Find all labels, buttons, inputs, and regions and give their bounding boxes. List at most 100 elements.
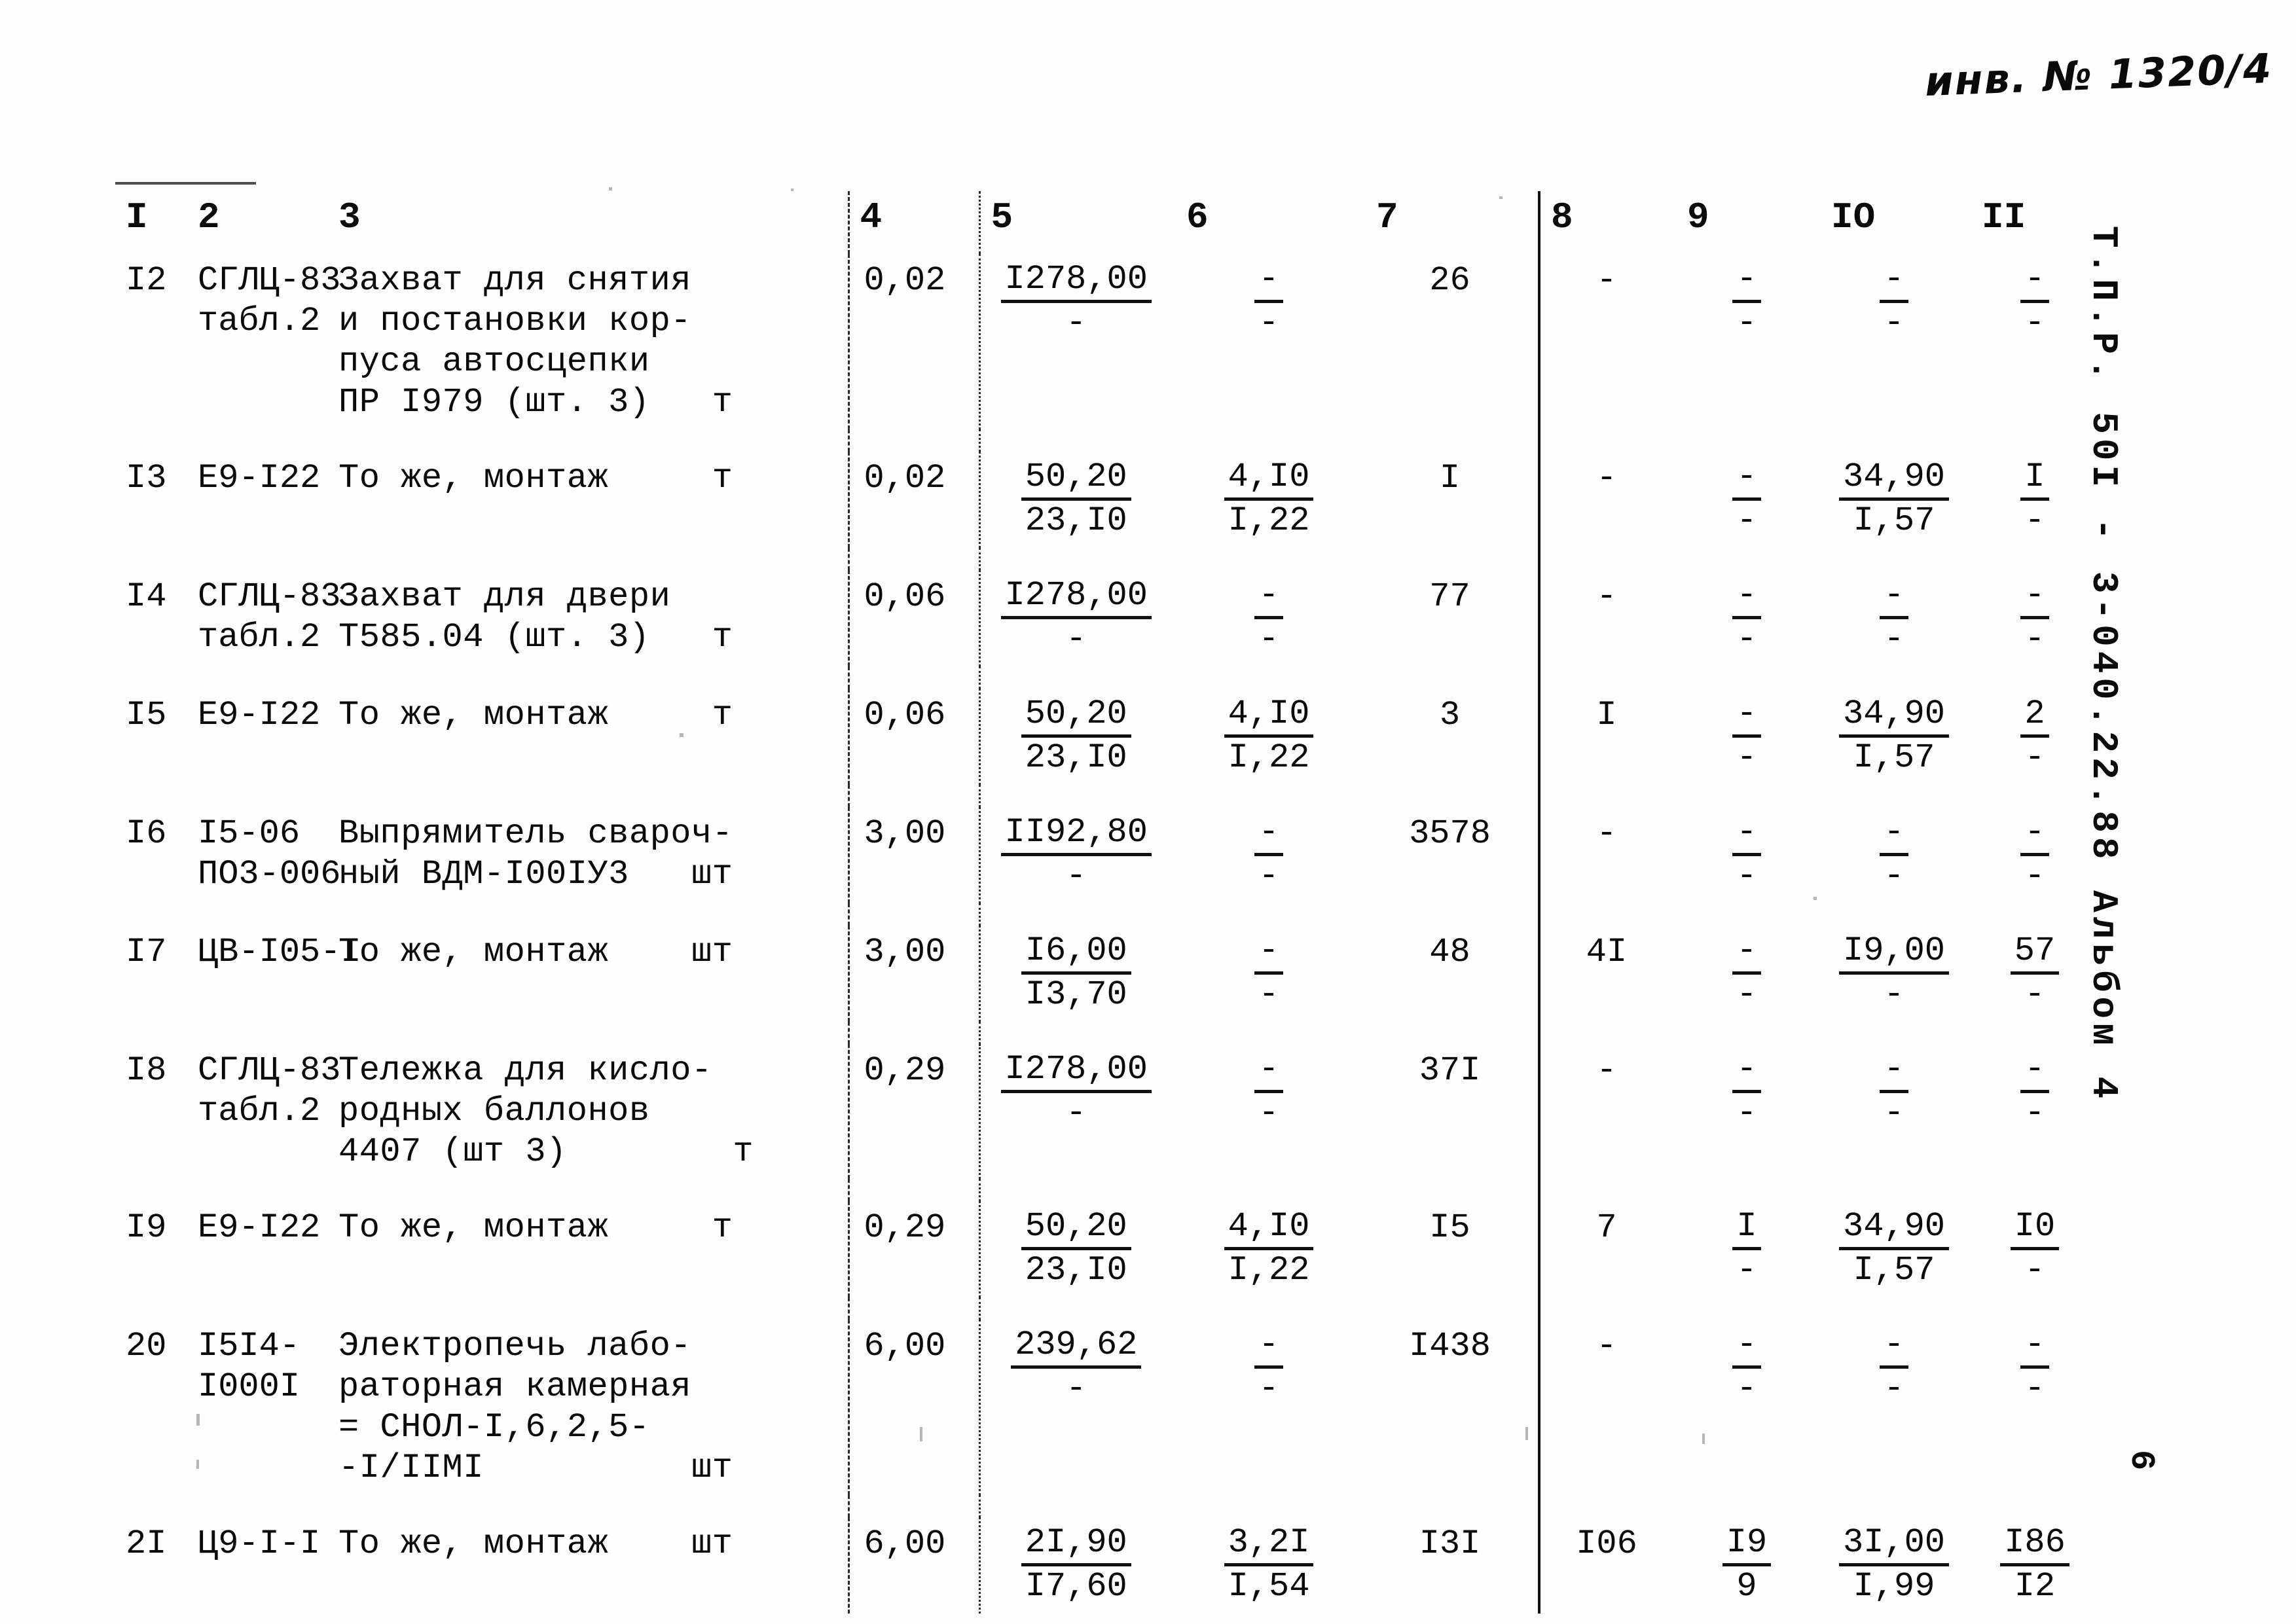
- cell-cost-6-numerator: -: [1254, 932, 1283, 975]
- row-spacer: [115, 548, 2102, 570]
- cell-value-9: --: [1677, 1320, 1821, 1416]
- cell-total-8: -: [1596, 261, 1617, 300]
- cell-cost-5-denominator: 23,I0: [1025, 738, 1127, 777]
- cell-value-11-numerator: I0: [2010, 1208, 2060, 1250]
- cell-cost-6-numerator: 4,I0: [1224, 1208, 1314, 1250]
- cell-value-11-denominator: -: [2024, 620, 2045, 659]
- cell-value-11-numerator: -: [2020, 261, 2049, 303]
- cell-value-9-numerator: -: [1732, 261, 1761, 303]
- cell-value-9: --: [1677, 807, 1821, 903]
- cell-cost-6: --: [1176, 254, 1366, 350]
- cell-value-11-numerator: -: [2020, 1326, 2049, 1369]
- scan-speck: [1813, 897, 1817, 900]
- column-header-6: 6: [1186, 196, 1209, 238]
- scan-speck: [680, 733, 683, 737]
- cell-description: То же, монтаж шт: [338, 933, 733, 971]
- cell-value-9-denominator: -: [1736, 975, 1757, 1014]
- table-row: I3 Е9-I22 То же, монтаж т 0,02 50,20 23,I0 4,I…: [115, 452, 2102, 548]
- cell-total-7: I438: [1409, 1327, 1491, 1365]
- cell-total-7: 26: [1429, 261, 1470, 300]
- row-spacer: [115, 429, 2102, 452]
- cell-value-11-denominator: -: [2024, 738, 2045, 777]
- cell-cost-6-numerator: 4,I0: [1224, 458, 1314, 501]
- cell-value-10-denominator: -: [1884, 1369, 1904, 1408]
- cell-value-10-numerator: 34,90: [1838, 458, 1950, 501]
- cell-value-11-numerator: -: [2020, 577, 2049, 619]
- cell-quantity: 0,06: [864, 696, 946, 734]
- cell-description: То же, монтаж т: [338, 459, 733, 497]
- cell-value-9-denominator: 9: [1736, 1567, 1757, 1606]
- scan-speck: [1499, 196, 1503, 199]
- table-body: I2 СГЛЦ-83 табл.2 Захват для снятия и пост…: [115, 254, 2102, 1614]
- cell-cost-6-denominator: I,22: [1228, 1251, 1310, 1290]
- cell-code-reference: Е9-I22: [198, 1208, 321, 1247]
- cell-quantity: 3,00: [864, 933, 946, 971]
- cell-value-11: 2-: [1971, 689, 2102, 785]
- cell-quantity: 6,00: [864, 1525, 946, 1563]
- cell-value-10-numerator: I9,00: [1838, 932, 1950, 975]
- table-row: I2 СГЛЦ-83 табл.2 Захват для снятия и пост…: [115, 254, 2102, 429]
- row-spacer: [115, 1022, 2102, 1044]
- cell-value-9: I9 9: [1677, 1517, 1821, 1614]
- cell-value-9-denominator: -: [1736, 304, 1757, 342]
- cell-value-10: --: [1821, 1320, 1971, 1416]
- cell-value-10-numerator: -: [1880, 1326, 1908, 1369]
- cell-total-7: 77: [1429, 577, 1470, 616]
- table-row: I9 Е9-I22 То же, монтаж т 0,29 50,20 23,I0 4,I…: [115, 1201, 2102, 1297]
- column-header-8: 8: [1551, 196, 1573, 238]
- cell-total-7: I5: [1429, 1208, 1470, 1247]
- cell-cost-6: --: [1176, 926, 1366, 1022]
- cell-quantity: 0,02: [864, 261, 946, 300]
- cell-total-7: 3578: [1409, 814, 1491, 853]
- cell-total-8: -: [1596, 577, 1617, 616]
- cell-cost-5-denominator: -: [1066, 1369, 1087, 1408]
- document-page: инв. № 1320/4 Т.П.Р. 50I - 3-040.22.88 А…: [0, 0, 2296, 1624]
- scan-speck: [920, 1427, 922, 1441]
- row-spacer: [115, 666, 2102, 689]
- cell-cost-5-numerator: I6,00: [1021, 932, 1131, 975]
- cell-value-10: I9,00-: [1821, 926, 1971, 1022]
- specification-table: I 2 3 4 5 6 7 8 9 IO II I2 СГЛЦ-83 табл.2…: [115, 191, 2102, 1614]
- cell-position-number: I3: [126, 459, 167, 497]
- table-header-row: I 2 3 4 5 6 7 8 9 IO II: [115, 191, 2102, 254]
- row-spacer: [115, 1495, 2102, 1517]
- cell-description: То же, монтаж т: [338, 1208, 733, 1247]
- scan-speck: [196, 1414, 200, 1426]
- cell-value-10-denominator: -: [1884, 975, 1904, 1014]
- cell-value-9-denominator: -: [1736, 738, 1757, 777]
- cell-position-number: 2I: [126, 1525, 167, 1563]
- cell-value-9: I-: [1677, 1201, 1821, 1297]
- cell-value-9-numerator: -: [1732, 932, 1761, 975]
- cell-value-11: --: [1971, 570, 2102, 666]
- table-row: I4 СГЛЦ-83 табл.2 Захват для двери Т585.04…: [115, 570, 2102, 666]
- cell-value-9-numerator: -: [1732, 1326, 1761, 1369]
- cell-value-9-numerator: -: [1732, 814, 1761, 856]
- cell-cost-6-numerator: 4,I0: [1224, 695, 1314, 738]
- cell-cost-5: I278,00-: [981, 570, 1176, 666]
- cell-value-11: 57-: [1971, 926, 2102, 1022]
- scan-speck: [1702, 1434, 1705, 1444]
- cell-value-11: --: [1971, 807, 2102, 903]
- cell-cost-5-denominator: I7,60: [1025, 1567, 1127, 1606]
- cell-code-reference: СГЛЦ-83 табл.2: [198, 577, 341, 657]
- cell-value-9-numerator: -: [1732, 458, 1761, 501]
- scan-speck: [609, 187, 612, 190]
- table-row: I8 СГЛЦ-83 табл.2 Тележка для кисло- родны…: [115, 1044, 2102, 1179]
- column-header-1: I: [126, 196, 148, 238]
- cell-value-10: 3I,00 I,99: [1821, 1517, 1971, 1614]
- cell-position-number: 20: [126, 1327, 167, 1365]
- cell-code-reference: Ц9-I-I: [198, 1525, 321, 1563]
- cell-cost-5-numerator: 50,20: [1021, 1208, 1131, 1250]
- cell-cost-5-denominator: 23,I0: [1025, 1251, 1127, 1290]
- cell-code-reference: Е9-I22: [198, 459, 321, 497]
- cell-value-11: --: [1971, 254, 2102, 350]
- cell-position-number: I5: [126, 696, 167, 734]
- cell-cost-5-denominator: -: [1066, 857, 1087, 895]
- cell-value-11-numerator: -: [2020, 814, 2049, 856]
- cell-cost-6: 4,I0 I,22: [1176, 452, 1366, 548]
- cell-cost-5-denominator: I3,70: [1025, 975, 1127, 1014]
- column-header-9: 9: [1687, 196, 1709, 238]
- cell-value-9-numerator: -: [1732, 577, 1761, 619]
- cell-code-reference: I5I4- I000I: [198, 1327, 301, 1406]
- cell-position-number: I4: [126, 577, 167, 616]
